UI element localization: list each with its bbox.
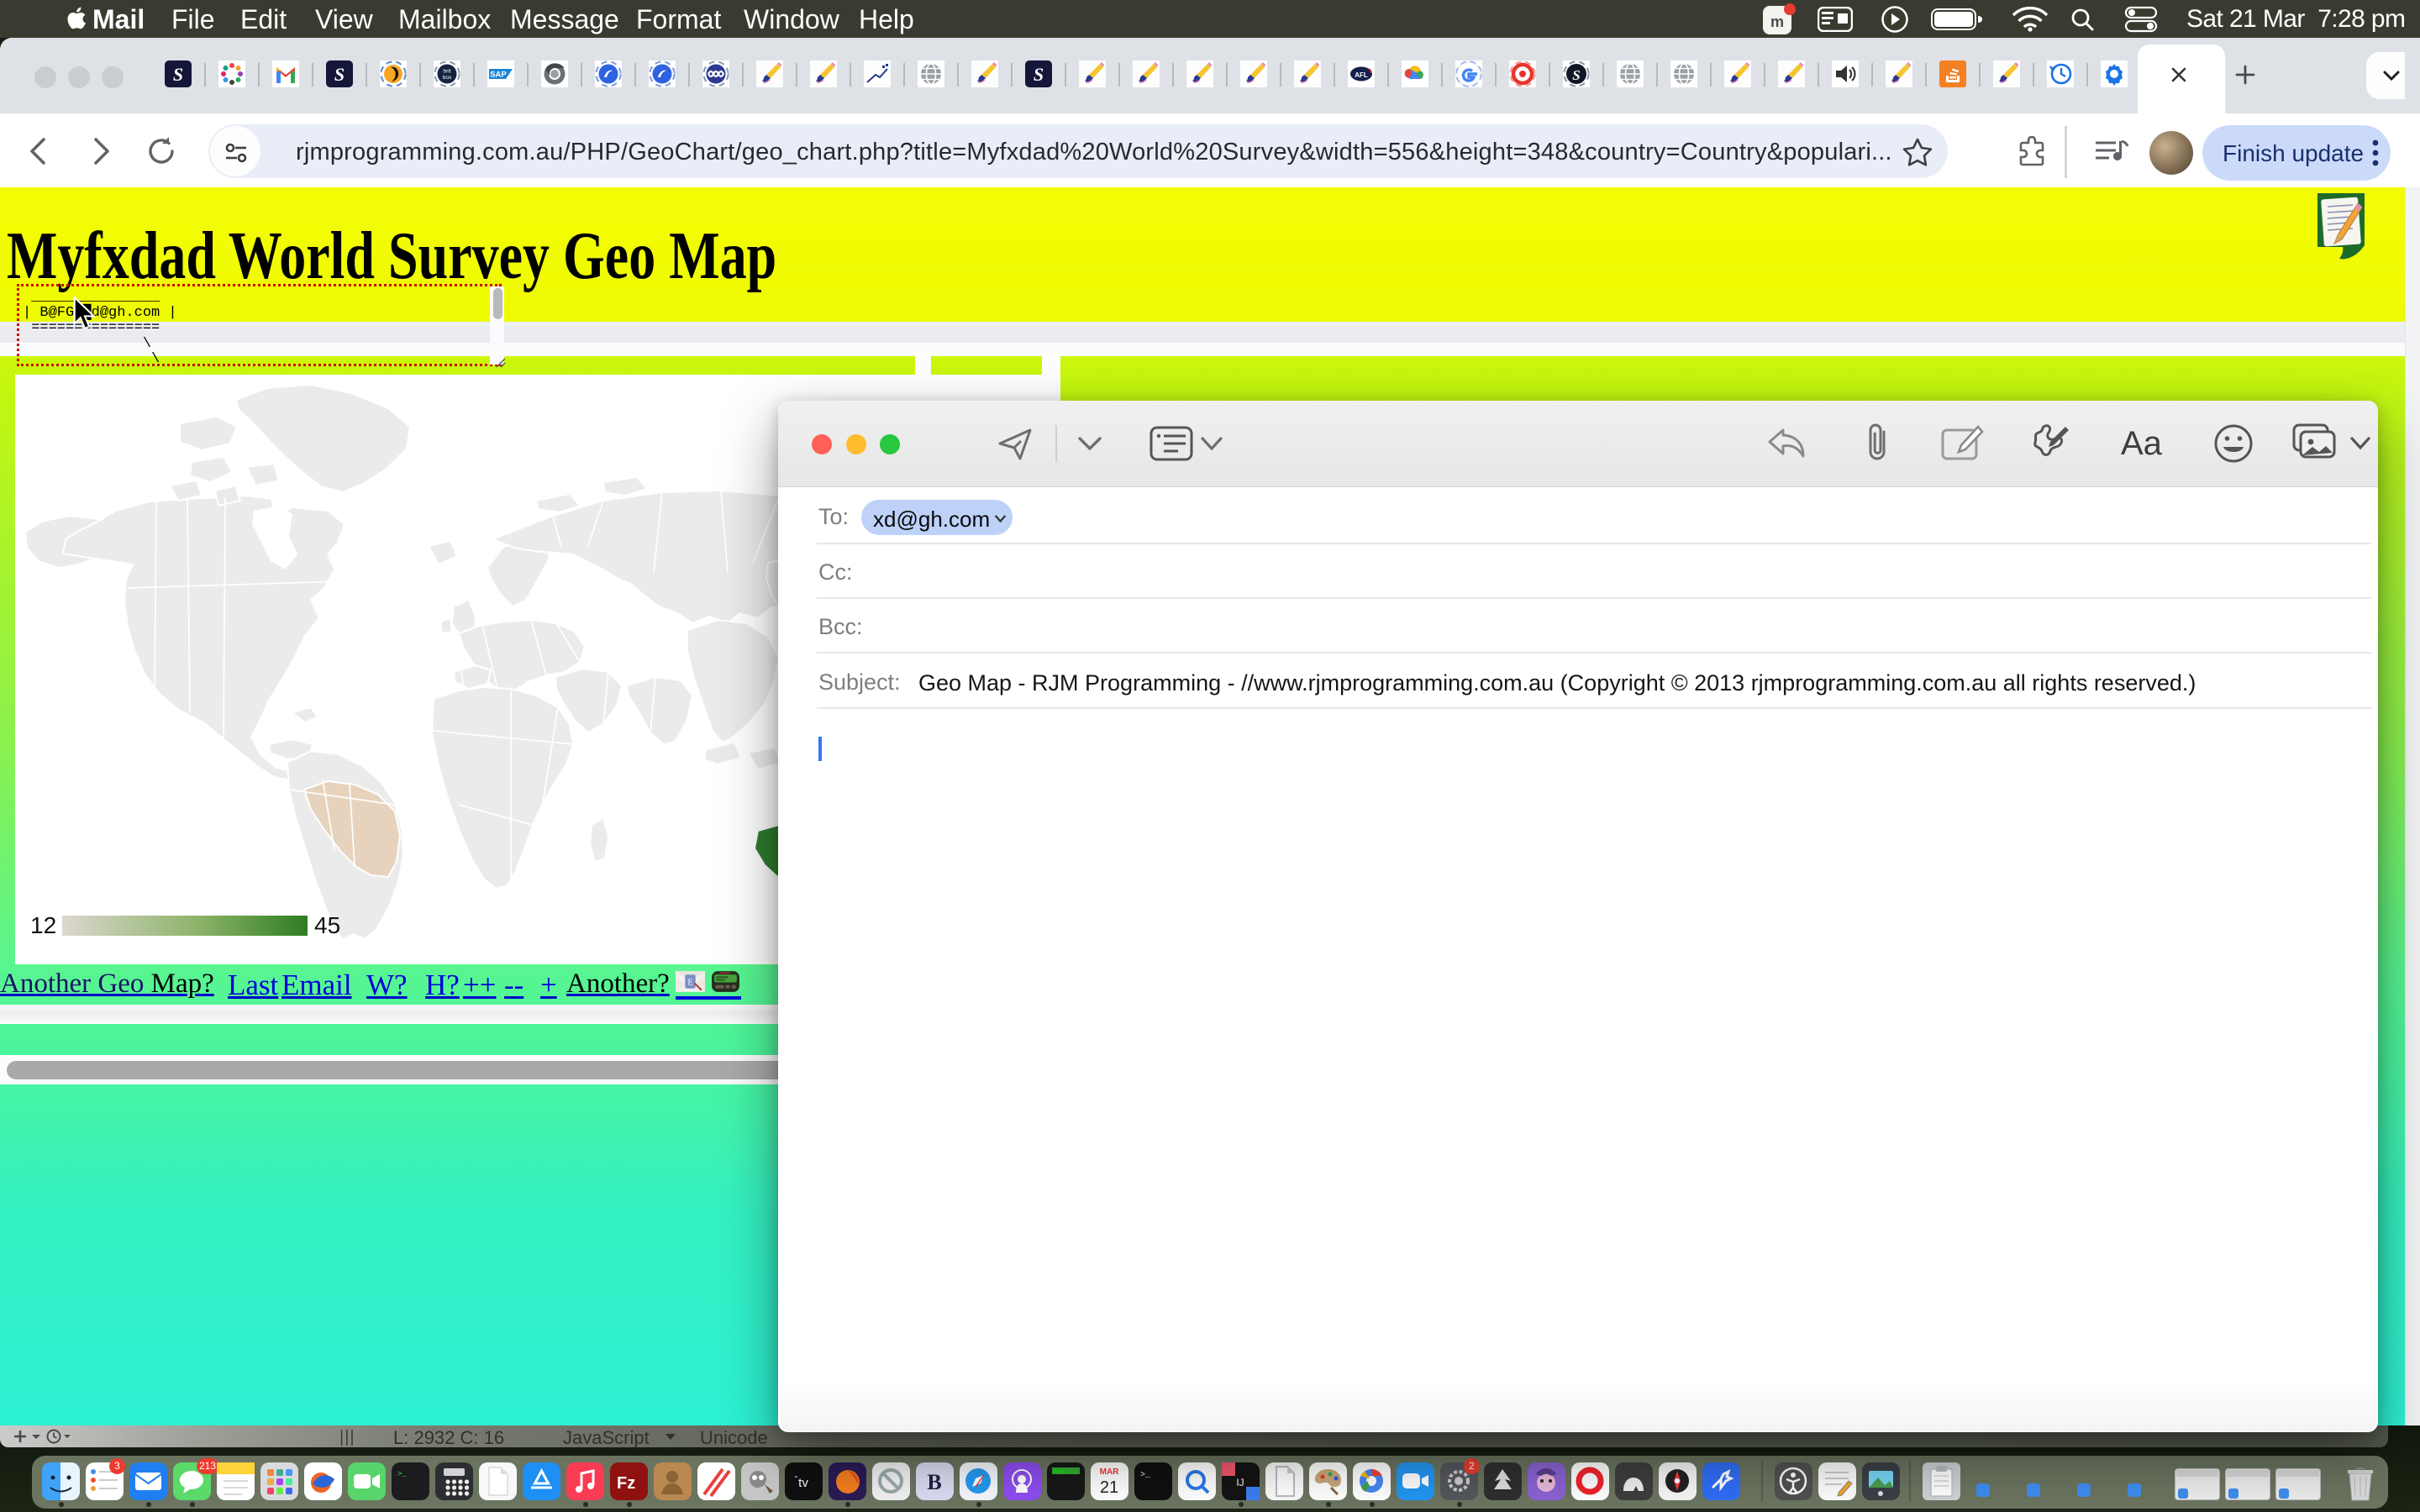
svg-text:m: m: [1770, 13, 1784, 30]
svg-text:PAPS: PAPS: [1054, 1469, 1066, 1475]
svg-text:B: B: [927, 1470, 941, 1494]
svg-text:tv: tv: [798, 1476, 808, 1490]
svg-text:Fz: Fz: [617, 1474, 635, 1493]
svg-text:21: 21: [1100, 1478, 1118, 1497]
svg-text:MAR: MAR: [1100, 1467, 1120, 1477]
svg-text:>_: >_: [1140, 1471, 1151, 1480]
svg-text:>_: >_: [397, 1470, 407, 1478]
svg-text:IJ: IJ: [1236, 1477, 1244, 1488]
